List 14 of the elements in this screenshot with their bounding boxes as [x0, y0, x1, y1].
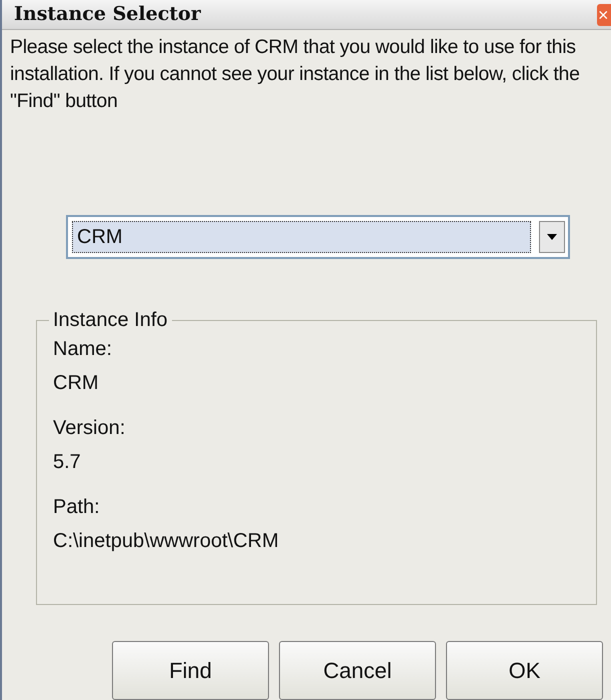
- group-legend: Instance Info: [49, 305, 172, 335]
- field-label: Path:: [53, 495, 101, 519]
- field-label: Version:: [53, 416, 126, 440]
- dialog-button[interactable]: Find: [112, 641, 269, 700]
- window-title: Instance Selector: [14, 2, 201, 28]
- instruction-text: Please select the instance of CRM that you would like to use for this installation. If you cannot see your instance in the list below, click the "Find" button: [9, 35, 581, 114]
- instance-dropdown[interactable]: CRM: [66, 215, 570, 259]
- field-value: C:\inetpub\wwwroot\CRM: [53, 529, 280, 553]
- dialog-button[interactable]: OK: [446, 641, 603, 700]
- field-value: 5.7: [53, 450, 82, 474]
- dialog-button[interactable]: Cancel: [279, 641, 436, 700]
- dropdown-value: CRM: [72, 221, 531, 253]
- field-label: Name:: [53, 337, 113, 361]
- field-value: CRM: [53, 371, 100, 395]
